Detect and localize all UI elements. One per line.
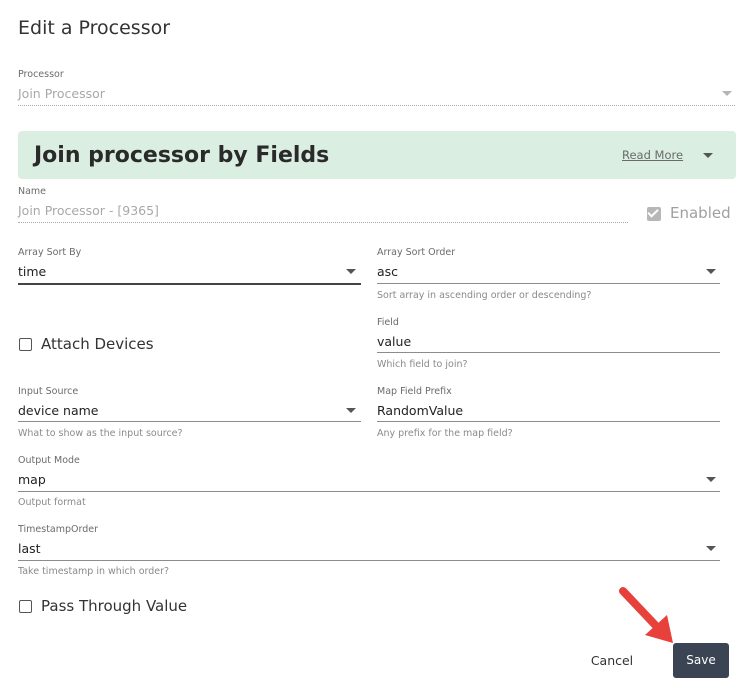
check-icon bbox=[647, 206, 659, 218]
array-sort-by-label: Array Sort By bbox=[18, 247, 82, 258]
output-mode-underline bbox=[18, 491, 720, 492]
name-label: Name bbox=[18, 186, 47, 197]
annotation-arrow-icon bbox=[619, 587, 673, 643]
processor-underline bbox=[18, 105, 735, 106]
array-sort-order-underline bbox=[377, 283, 720, 284]
output-mode-label: Output Mode bbox=[18, 455, 80, 466]
timestamp-order-label: TimestampOrder bbox=[18, 524, 99, 535]
banner-title: Join processor by Fields bbox=[34, 143, 330, 168]
attach-devices-checkbox[interactable] bbox=[19, 338, 32, 351]
map-field-prefix-helper: Any prefix for the map field? bbox=[377, 428, 513, 439]
input-source-helper: What to show as the input source? bbox=[18, 428, 183, 439]
output-mode-dropdown-icon[interactable] bbox=[706, 477, 716, 482]
array-sort-order-select[interactable]: asc bbox=[377, 264, 398, 279]
array-sort-order-dropdown-icon[interactable] bbox=[706, 269, 716, 274]
input-source-underline bbox=[18, 421, 361, 422]
cancel-button[interactable]: Cancel bbox=[582, 649, 642, 673]
field-helper: Which field to join? bbox=[377, 359, 468, 370]
name-underline bbox=[18, 222, 628, 223]
timestamp-order-select[interactable]: last bbox=[18, 541, 41, 556]
array-sort-by-dropdown-icon[interactable] bbox=[346, 269, 356, 274]
timestamp-order-helper: Take timestamp in which order? bbox=[18, 566, 170, 577]
enabled-checkbox bbox=[647, 206, 661, 221]
timestamp-order-underline bbox=[18, 560, 720, 561]
array-sort-by-select[interactable]: time bbox=[18, 264, 46, 279]
input-source-label: Input Source bbox=[18, 386, 79, 397]
save-button[interactable]: Save bbox=[673, 643, 729, 678]
attach-devices-label: Attach Devices bbox=[41, 335, 154, 353]
input-source-select[interactable]: device name bbox=[18, 403, 98, 418]
chevron-down-icon[interactable] bbox=[703, 153, 713, 158]
input-source-dropdown-icon[interactable] bbox=[346, 408, 356, 413]
field-underline bbox=[377, 352, 720, 353]
map-field-prefix-underline bbox=[377, 421, 720, 422]
processor-dropdown-icon bbox=[722, 91, 732, 96]
map-field-prefix-label: Map Field Prefix bbox=[377, 386, 452, 397]
array-sort-by-underline bbox=[18, 283, 361, 285]
read-more-link[interactable]: Read More bbox=[622, 148, 683, 162]
output-mode-select[interactable]: map bbox=[18, 472, 46, 487]
processor-select: Join Processor bbox=[18, 86, 105, 101]
map-field-prefix-input[interactable]: RandomValue bbox=[377, 403, 463, 418]
pass-through-checkbox[interactable] bbox=[19, 600, 32, 613]
dialog-title: Edit a Processor bbox=[18, 17, 171, 39]
name-field: Join Processor - [9365] bbox=[18, 203, 159, 218]
field-label: Field bbox=[377, 317, 399, 328]
output-mode-helper: Output format bbox=[18, 497, 86, 508]
enabled-label: Enabled bbox=[670, 204, 731, 222]
processor-label: Processor bbox=[18, 69, 64, 80]
field-input[interactable]: value bbox=[377, 334, 411, 349]
array-sort-order-helper: Sort array in ascending order or descend… bbox=[377, 290, 592, 301]
pass-through-label: Pass Through Value bbox=[41, 597, 188, 615]
timestamp-order-dropdown-icon[interactable] bbox=[706, 546, 716, 551]
array-sort-order-label: Array Sort Order bbox=[377, 247, 456, 258]
